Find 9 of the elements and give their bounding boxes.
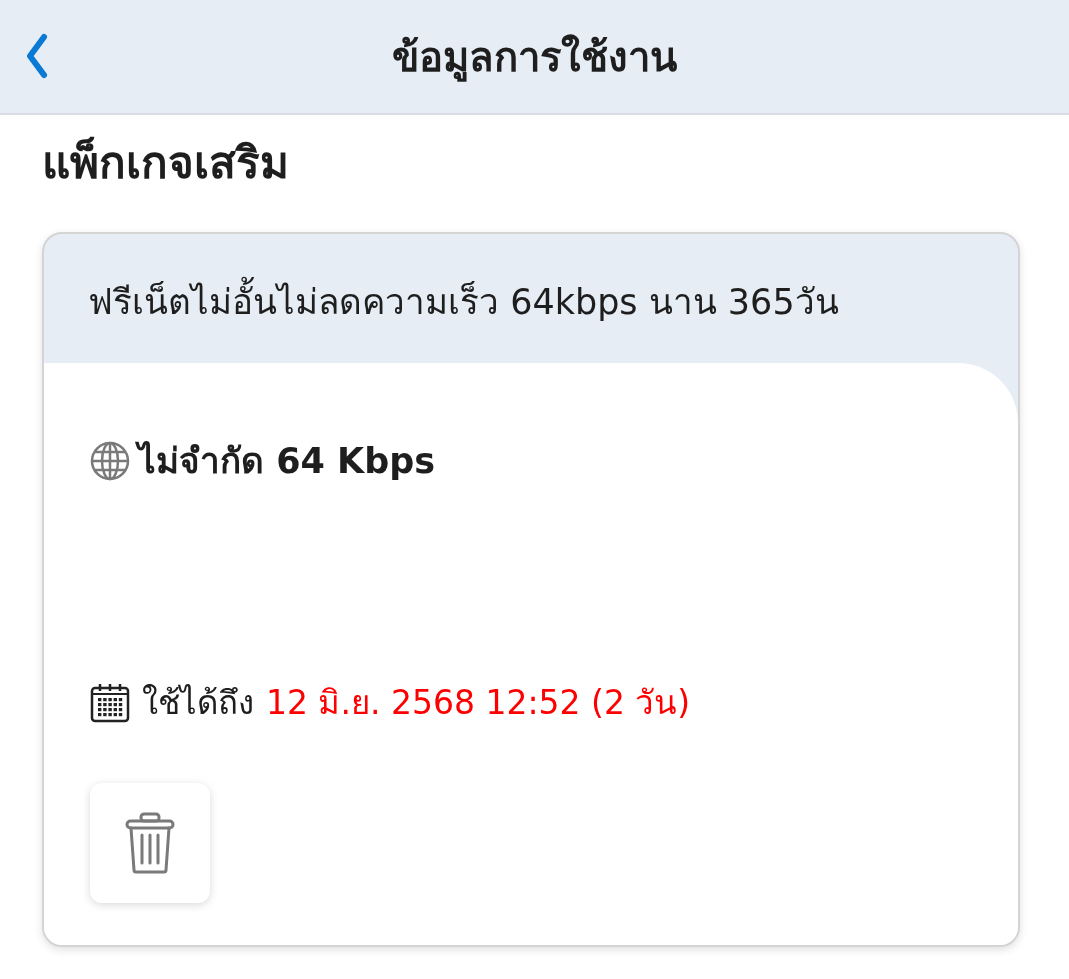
page-title: ข้อมูลการใช้งาน	[392, 32, 677, 84]
expiry-label: ใช้ได้ถึง	[142, 682, 254, 725]
calendar-icon	[90, 683, 130, 724]
globe-icon	[90, 441, 130, 482]
package-name: ฟรีเน็ตไม่อั้นไม่ลดความเร็ว 64kbps นาน 365วัน	[88, 270, 839, 328]
trash-icon	[125, 812, 175, 875]
delete-button[interactable]	[90, 783, 210, 904]
expiry-date: 12 มิ.ย. 2568 12:52 (2 วัน)	[266, 682, 691, 725]
section-title: แพ็กเกจเสริม	[42, 135, 289, 190]
